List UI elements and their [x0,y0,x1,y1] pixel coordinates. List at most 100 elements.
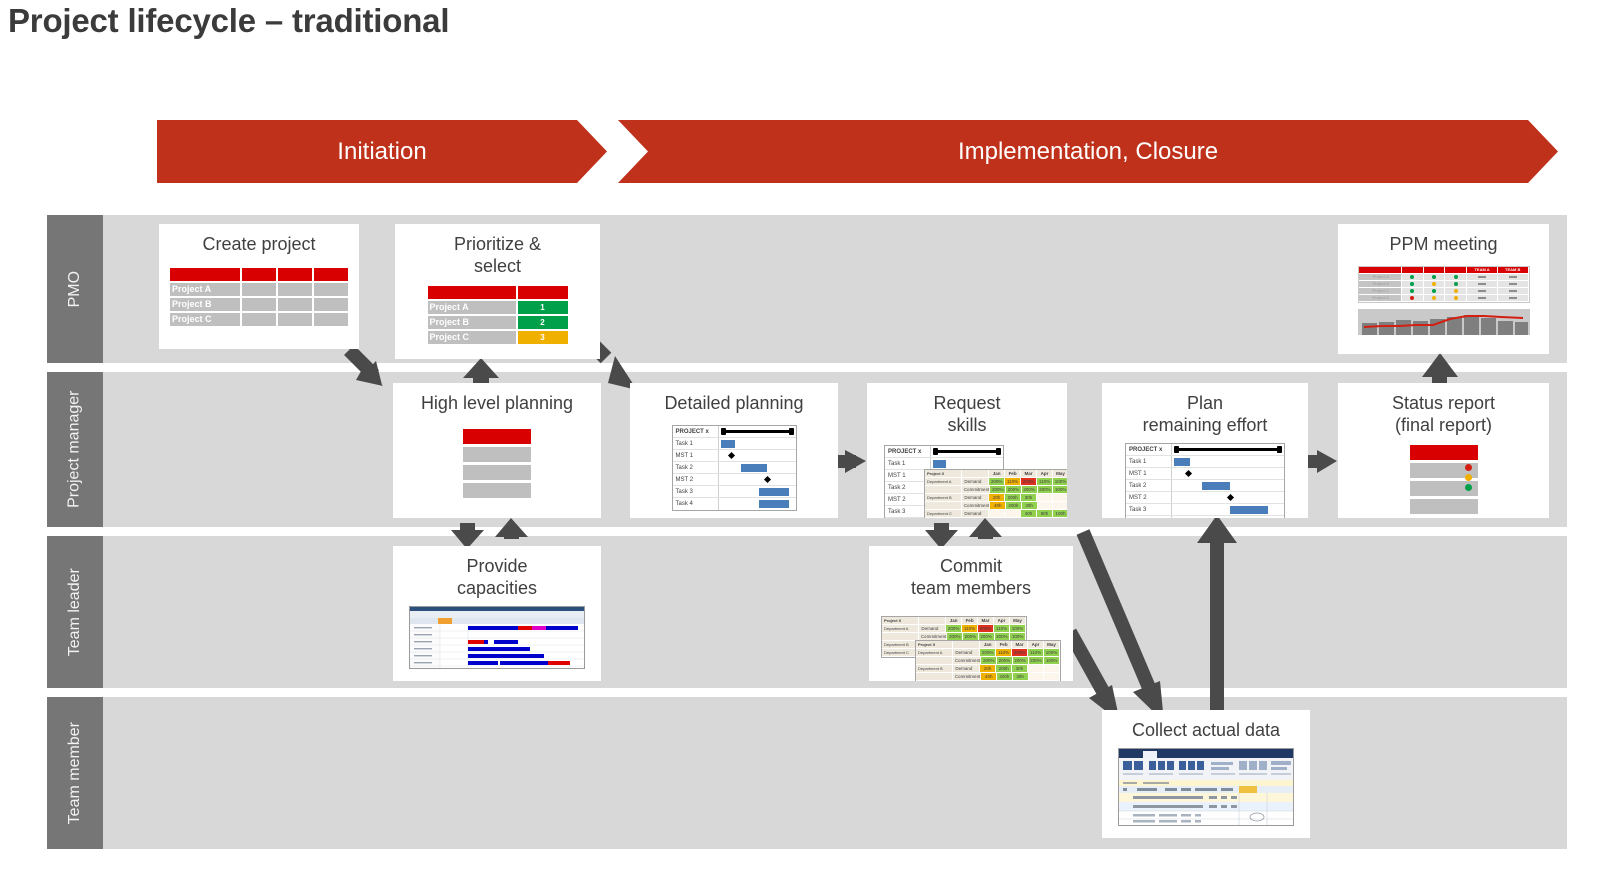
traffic-light-icon [1432,288,1437,293]
blank-cell [953,641,981,649]
value-cell: 100% [1053,478,1067,486]
summary-bar [1174,445,1282,453]
value-cell: 110% [1005,478,1022,486]
gantt-header-row: PROJECT x [885,446,1003,458]
capacity-chart-svg [410,606,584,668]
gantt-track [719,486,796,497]
gantt-task-label: Task 1 [673,437,719,449]
gantt-track [1172,480,1284,491]
month-header: Mar [1021,470,1038,478]
gantt-task-label: Task 3 [673,485,719,497]
box-status-report[interactable]: Status report (final report) [1338,383,1549,518]
box-high-level-planning[interactable]: High level planning [393,383,601,518]
resource-row: Department A Demand 200% 110% 200% 110% … [916,649,1060,657]
header-cell [517,285,568,299]
header-cell [1358,266,1402,274]
table-row: Project A [1358,273,1529,281]
traffic-light-icon [1453,274,1458,279]
gantt-task-label: Task 1 [1126,455,1172,467]
ppm-portfolio-chart [1357,308,1530,335]
dept-name: Department B [916,665,954,673]
value-cell: 100% [1044,657,1060,665]
metric-label: Demand [962,494,990,502]
box-provide-capacities[interactable]: Provide capacities [393,546,601,681]
box-title: High level planning [420,393,574,413]
value-cell: 200h [997,673,1013,681]
gantt-row: Task 2 [672,461,796,474]
gantt-row: Task 1 [1126,455,1284,468]
resource-row: Commitment 40h 200h 30h [925,502,1067,510]
metric-label: Demand [953,649,981,657]
gantt-project-label: PROJECT x [1126,443,1172,455]
box-title: Detailed planning [664,393,804,413]
commit-resource-table-front: Project X (Resources) Jan Feb Mar Apr Ma… [915,640,1061,681]
box-create-project[interactable]: Create project Project A Project B Proje… [159,224,359,349]
row-name: Project C [1372,288,1389,294]
empty-cell [314,297,348,311]
box-plan-remaining-effort[interactable]: Plan remaining effort PROJECT x Task 1 M… [1102,383,1308,518]
value-cell: 30h [1012,673,1029,681]
arrow-commit-to-collect [1063,628,1120,722]
gantt-task-label: MST 1 [673,449,719,461]
arrow-create-to-highlevel [344,345,383,386]
plan-header-bar [463,428,531,444]
value-cell: 200% [1037,486,1054,494]
box-detailed-planning[interactable]: Detailed planning PROJECT x Task 1 MST 1… [630,383,838,518]
gantt-bar [933,460,946,468]
value-cell: 40h [990,502,1007,510]
resource-title: Project X (Resources) [882,617,920,631]
value-cell: 200% [1021,478,1038,486]
gantt-bar [720,439,735,448]
detailed-planning-gantt: PROJECT x Task 1 MST 1 Task 2 MST 2 Task… [671,424,797,511]
header-cell [242,267,276,281]
bar-mark [1508,289,1517,292]
timesheet-app-svg [1119,748,1293,825]
row-name: Project D [1372,295,1389,301]
month-header: Feb [962,617,979,625]
empty-cell [314,312,348,326]
value-cell [989,510,1006,518]
box-request-skills[interactable]: Request skills PROJECT x Task 1 MST 1 Ta… [867,383,1067,518]
gantt-task-label: MST 2 [1126,491,1172,503]
bar-mark [1508,296,1517,299]
header-cell [427,285,516,299]
gantt-bar [1174,457,1190,466]
box-collect-actual-data[interactable]: Collect actual data [1102,710,1310,838]
month-header: May [1044,641,1060,649]
value-cell: 200% [1028,657,1045,665]
box-ppm-meeting[interactable]: PPM meeting TEAM A TEAM B Project A Proj… [1338,224,1549,354]
month-header: Mar [978,617,995,625]
box-title: Collect actual data [1131,720,1281,740]
value-cell [1005,510,1022,518]
resource-header-row: Project X (Resources) Jan Feb Mar Apr Ma… [916,641,1060,655]
blank-cell [916,673,953,681]
box-prioritize-select[interactable]: Prioritize & select Project A 1 Project … [395,224,600,359]
gantt-task-label: Task 3 [1126,503,1172,515]
dept-name: Department C [882,649,920,657]
ppm-chart-svg [1361,314,1528,335]
gantt-milestone [1184,469,1193,477]
gantt-track [719,498,796,510]
value-cell: 200% [1006,486,1022,494]
month-header: Jan [989,470,1006,478]
summary-bar [720,427,794,435]
table-row: Project C [170,312,348,326]
priority-cell: 1 [517,300,568,314]
box-commit-team-members[interactable]: Commit team members Project X (Resources… [869,546,1073,681]
gantt-task-label: MST 2 [673,473,719,485]
value-cell: 200% [1012,649,1029,657]
value-cell: 200% [978,625,995,633]
project-name: Project C [427,330,516,344]
gantt-milestone [1226,493,1235,501]
month-header: May [1010,617,1026,625]
box-title: Request skills [933,393,1001,435]
gantt-track [1172,444,1284,455]
gantt-track [719,438,796,449]
month-header: Feb [1005,470,1022,478]
value-cell [1037,494,1053,502]
table-row: Project B [1358,280,1529,288]
empty-cell [278,282,312,296]
arrow-collect-to-plan [1197,515,1237,730]
value-cell [1044,665,1060,673]
arrow-status-to-ppm [1422,353,1458,387]
